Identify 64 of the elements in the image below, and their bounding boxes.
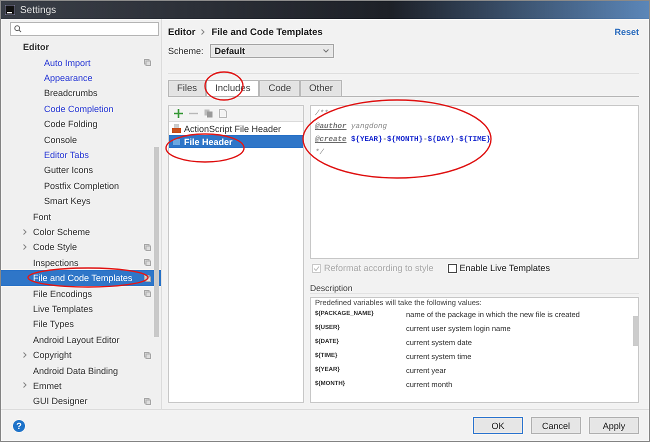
dialog-button[interactable]: OK <box>473 417 523 434</box>
help-button[interactable]: ? <box>13 420 25 432</box>
sidebar-item[interactable]: Font <box>1 208 161 224</box>
app-icon <box>5 5 15 15</box>
chevron-right-icon <box>23 382 27 388</box>
chevron-right-icon <box>23 228 27 234</box>
sidebar-item[interactable]: Editor <box>1 40 161 56</box>
sidebar-item[interactable]: File and Code Templates <box>1 270 161 286</box>
page-title: File and Code Templates <box>211 26 323 38</box>
search-field[interactable] <box>10 22 159 36</box>
search-icon <box>14 25 23 33</box>
sidebar-item[interactable]: GUI Designer <box>1 394 161 409</box>
sidebar-item[interactable]: Live Templates <box>1 301 161 317</box>
reset-link[interactable]: Reset <box>614 27 639 37</box>
scheme-label: Scheme: <box>168 46 204 56</box>
sidebar-item[interactable]: Color Scheme <box>1 224 161 240</box>
sidebar-item[interactable]: Android Layout Editor <box>1 332 161 348</box>
tab[interactable]: Other <box>300 80 342 96</box>
chevron-right-icon <box>23 244 27 250</box>
sidebar-item[interactable]: Auto Import <box>1 55 161 70</box>
sidebar-item[interactable]: Code Folding <box>1 116 161 132</box>
tab[interactable]: Files <box>168 80 206 96</box>
sidebar-item[interactable]: Android Data Binding <box>1 362 161 378</box>
sidebar-item[interactable]: File Types <box>1 316 161 332</box>
scheme-dropdown[interactable]: Default <box>210 44 334 58</box>
dialog-button[interactable]: Apply <box>589 417 639 434</box>
sidebar-item[interactable]: Editor Tabs <box>1 147 161 163</box>
sidebar-item[interactable]: Smart Keys <box>1 194 161 209</box>
file-type-icon <box>172 124 181 133</box>
checkbox[interactable]: Enable Live Templates <box>448 263 550 273</box>
copy-icon <box>144 352 151 359</box>
dialog-button[interactable]: Cancel <box>531 417 581 434</box>
check-icon <box>313 264 320 272</box>
window-title: Settings <box>20 4 56 16</box>
sidebar-item[interactable]: Inspections <box>1 255 161 270</box>
sidebar-item[interactable]: Appearance <box>1 70 161 86</box>
document-icon[interactable] <box>219 109 227 118</box>
copy-icon <box>144 259 151 266</box>
sidebar-item[interactable]: Postfix Completion <box>1 178 161 194</box>
sidebar-item[interactable]: Copyright <box>1 347 161 363</box>
copy-icon[interactable] <box>204 109 213 118</box>
copy-icon <box>144 244 151 251</box>
sidebar-item[interactable]: Code Completion <box>1 101 161 117</box>
template-item[interactable]: ActionScript File Header <box>169 122 303 135</box>
copy-icon <box>144 398 151 405</box>
tab[interactable]: Code <box>259 80 300 96</box>
add-icon[interactable] <box>174 109 183 118</box>
sidebar-item[interactable]: Emmet <box>1 378 161 394</box>
chevron-right-icon <box>201 29 206 35</box>
sidebar-item[interactable]: File Encodings <box>1 286 161 302</box>
copy-icon <box>144 59 151 66</box>
sidebar-item[interactable]: Gutter Icons <box>1 162 161 178</box>
sidebar-item[interactable]: Console <box>1 132 161 148</box>
chevron-right-icon <box>23 352 27 358</box>
sidebar-item[interactable]: Code Style <box>1 240 161 256</box>
copy-icon <box>144 290 151 298</box>
breadcrumb: Editor <box>168 26 196 38</box>
copy-icon <box>144 274 151 282</box>
scrollbar[interactable] <box>633 316 638 346</box>
scrollbar[interactable] <box>154 147 159 337</box>
description-heading: Description <box>310 283 639 294</box>
chevron-down-icon <box>322 49 329 53</box>
sidebar-item[interactable]: Breadcrumbs <box>1 86 161 102</box>
template-item[interactable]: File Header <box>169 135 303 148</box>
